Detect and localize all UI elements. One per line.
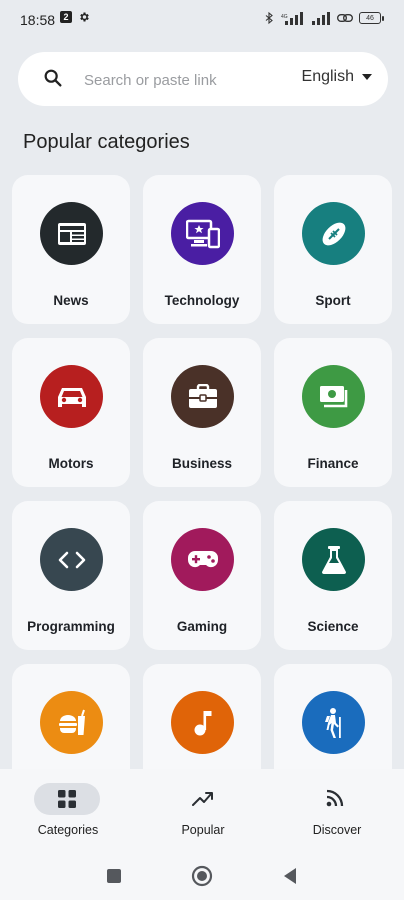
home-button-icon[interactable] bbox=[191, 865, 213, 887]
category-card-gaming[interactable]: Gaming bbox=[143, 501, 261, 650]
system-navigation-bar bbox=[0, 853, 404, 900]
football-icon bbox=[322, 222, 345, 245]
bottom-navigation: Categories Popular Discover bbox=[0, 769, 404, 853]
battery-icon: 46 bbox=[359, 12, 384, 24]
notification-badge-icon: 2 bbox=[60, 11, 72, 23]
category-card-technology[interactable]: Technology bbox=[143, 175, 261, 324]
category-icon-circle bbox=[40, 365, 103, 428]
category-label: Finance bbox=[307, 456, 359, 471]
category-card-sport[interactable]: Sport bbox=[274, 175, 392, 324]
nav-label: Discover bbox=[312, 823, 362, 837]
category-card-music[interactable] bbox=[143, 664, 261, 769]
money-icon bbox=[319, 385, 347, 407]
category-label: Business bbox=[171, 456, 233, 471]
category-card-programming[interactable]: Programming bbox=[12, 501, 130, 650]
category-label: Sport bbox=[315, 293, 351, 308]
settings-gear-icon bbox=[80, 12, 89, 22]
category-icon-circle bbox=[171, 202, 234, 265]
category-icon-circle bbox=[171, 691, 234, 754]
category-card-science[interactable]: Science bbox=[274, 501, 392, 650]
language-label: English bbox=[301, 68, 354, 85]
search-bar: English bbox=[18, 52, 388, 106]
grid-icon bbox=[58, 790, 76, 808]
category-icon-circle bbox=[302, 365, 365, 428]
category-grid-viewport: News Technology Sport Motors Business Fi… bbox=[0, 172, 404, 769]
category-icon-circle bbox=[302, 528, 365, 591]
nav-label: Popular bbox=[181, 823, 225, 837]
svg-text:4G: 4G bbox=[281, 14, 288, 20]
hiking-icon bbox=[324, 707, 341, 738]
nav-categories[interactable]: Categories bbox=[13, 783, 123, 843]
nav-label: Categories bbox=[37, 823, 99, 837]
category-icon-circle bbox=[302, 691, 365, 754]
category-label: Science bbox=[307, 619, 359, 634]
status-time: 18:58 bbox=[20, 12, 56, 28]
dropdown-arrow-icon bbox=[362, 74, 372, 80]
category-label: Programming bbox=[27, 619, 115, 634]
category-card-travel[interactable] bbox=[274, 664, 392, 769]
bluetooth-icon bbox=[265, 11, 273, 25]
category-label: Technology bbox=[164, 293, 240, 308]
car-icon bbox=[57, 387, 86, 407]
newspaper-icon bbox=[57, 222, 86, 245]
nav-discover[interactable]: Discover bbox=[282, 783, 392, 843]
category-card-food[interactable] bbox=[12, 664, 130, 769]
category-card-motors[interactable]: Motors bbox=[12, 338, 130, 487]
link-icon bbox=[337, 14, 353, 22]
music-note-icon bbox=[194, 710, 211, 735]
category-card-business[interactable]: Business bbox=[143, 338, 261, 487]
category-icon-circle bbox=[171, 528, 234, 591]
gamepad-icon bbox=[187, 550, 218, 567]
category-icon-circle bbox=[171, 365, 234, 428]
battery-level: 46 bbox=[359, 12, 381, 24]
category-grid: News Technology Sport Motors Business Fi… bbox=[12, 175, 392, 769]
category-card-finance[interactable]: Finance bbox=[274, 338, 392, 487]
back-button-icon[interactable] bbox=[282, 867, 298, 885]
category-icon-circle bbox=[40, 691, 103, 754]
trending-icon bbox=[192, 792, 213, 806]
rss-icon bbox=[326, 789, 344, 807]
search-icon[interactable] bbox=[42, 67, 64, 89]
nav-popular[interactable]: Popular bbox=[148, 783, 258, 843]
fastfood-icon bbox=[58, 709, 85, 735]
code-icon bbox=[58, 551, 85, 568]
briefcase-icon bbox=[188, 383, 217, 408]
section-title: Popular categories bbox=[23, 131, 190, 153]
status-bar: 18:58 2 4G 46 bbox=[0, 0, 404, 40]
recents-button-icon[interactable] bbox=[106, 868, 122, 884]
category-label: Gaming bbox=[176, 619, 228, 634]
signal-4g-icon: 4G bbox=[281, 11, 303, 25]
category-icon-circle bbox=[40, 202, 103, 265]
devices-icon bbox=[185, 219, 220, 248]
category-card-news[interactable]: News bbox=[12, 175, 130, 324]
signal-icon bbox=[312, 11, 330, 25]
category-icon-circle bbox=[302, 202, 365, 265]
flask-icon bbox=[321, 545, 346, 574]
search-input[interactable] bbox=[82, 66, 276, 94]
category-icon-circle bbox=[40, 528, 103, 591]
category-label: Motors bbox=[48, 456, 94, 471]
category-label: News bbox=[53, 293, 89, 308]
language-dropdown[interactable]: English bbox=[302, 68, 372, 86]
